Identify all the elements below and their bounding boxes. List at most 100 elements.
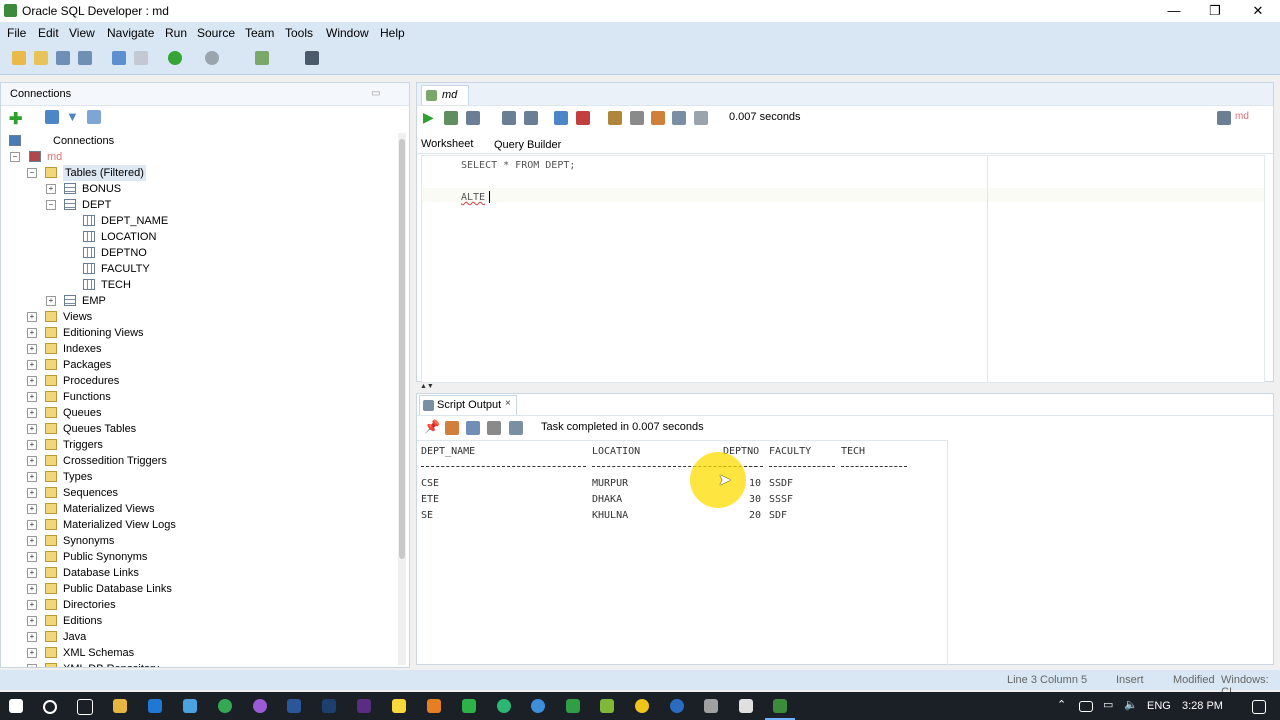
expand-icon[interactable]: + (27, 344, 37, 354)
expand-icon[interactable]: + (27, 456, 37, 466)
collapse-icon[interactable]: − (10, 152, 20, 162)
clear-icon[interactable] (651, 111, 665, 125)
expand-icon[interactable]: + (27, 472, 37, 482)
binoculars-icon[interactable] (305, 51, 319, 65)
new-icon[interactable] (12, 51, 26, 65)
tree-item-tech[interactable]: TECH (1, 277, 391, 293)
tree-item-xml-db-repository[interactable]: + XML DB Repository (1, 661, 391, 667)
tree-item-materialized-views[interactable]: + Materialized Views (1, 501, 391, 517)
save-icon[interactable] (56, 51, 70, 65)
commit-icon[interactable] (554, 111, 568, 125)
tree-item-packages[interactable]: + Packages (1, 357, 391, 373)
tree-item-indexes[interactable]: + Indexes (1, 341, 391, 357)
vlc-icon[interactable] (427, 699, 441, 713)
script-output-tab[interactable]: Script Output × (419, 395, 517, 415)
tree-item-emp[interactable]: + EMP (1, 293, 391, 309)
sql-tuning-icon[interactable] (694, 111, 708, 125)
save-all-icon[interactable] (78, 51, 92, 65)
clock[interactable]: 3:28 PM (1182, 700, 1223, 712)
tree-item-queues-tables[interactable]: + Queues Tables (1, 421, 391, 437)
browser-icon[interactable] (183, 699, 197, 713)
run-script-icon[interactable] (444, 111, 458, 125)
tuning-advisor-icon[interactable] (524, 111, 538, 125)
expand-icon[interactable]: + (27, 616, 37, 626)
menu-help[interactable]: Help (380, 26, 405, 40)
app-icon[interactable] (635, 699, 649, 713)
app-icon[interactable] (739, 699, 753, 713)
tree-item-tables-filtered[interactable]: − Tables (Filtered) (1, 165, 391, 181)
autotrace-icon[interactable] (466, 111, 480, 125)
tree-item-faculty[interactable]: FACULTY (1, 261, 391, 277)
save-output-icon[interactable] (466, 421, 480, 435)
tree-item-dept-name[interactable]: DEPT_NAME (1, 213, 391, 229)
tree-scrollbar[interactable] (398, 133, 406, 665)
camtasia-icon[interactable] (566, 699, 580, 713)
tree-item-editioning-views[interactable]: + Editioning Views (1, 325, 391, 341)
close-button[interactable]: ✕ (1248, 2, 1268, 20)
minimize-panel-icon[interactable]: ▭ (371, 88, 380, 99)
tree-item-views[interactable]: + Views (1, 309, 391, 325)
sql-history-icon[interactable] (672, 111, 686, 125)
expand-icon[interactable]: + (27, 312, 37, 322)
tree-item-database-links[interactable]: + Database Links (1, 565, 391, 581)
menu-run[interactable]: Run (165, 26, 187, 40)
photoshop-icon[interactable] (322, 699, 336, 713)
expand-icon[interactable]: + (27, 424, 37, 434)
tree-item-java[interactable]: + Java (1, 629, 391, 645)
add-connection-icon[interactable]: ✚ (9, 109, 22, 129)
expand-icon[interactable]: + (27, 664, 37, 667)
expand-icon[interactable]: + (27, 408, 37, 418)
firefox-icon[interactable] (253, 699, 267, 713)
menu-source[interactable]: Source (197, 26, 235, 40)
calculator-icon[interactable] (704, 699, 718, 713)
edge-icon[interactable] (148, 699, 162, 713)
expand-icon[interactable]: + (27, 504, 37, 514)
undo-icon[interactable] (112, 51, 126, 65)
tree-item-queues[interactable]: + Queues (1, 405, 391, 421)
expand-icon[interactable]: + (27, 600, 37, 610)
expand-icon[interactable]: + (27, 440, 37, 450)
visio-icon[interactable] (287, 699, 301, 713)
tree-item-types[interactable]: + Types (1, 469, 391, 485)
start-icon[interactable] (9, 699, 23, 713)
expand-icon[interactable]: + (27, 376, 37, 386)
expand-icon[interactable]: + (27, 360, 37, 370)
task-view-icon[interactable] (77, 699, 93, 715)
tree-root-connections[interactable]: Connections (9, 133, 389, 149)
file-explorer-icon[interactable] (113, 699, 127, 713)
code-editor[interactable]: SELECT * FROM DEPT; ALTE (421, 155, 1265, 383)
network-icon[interactable]: ▭ (1103, 698, 1113, 711)
rollback-icon[interactable] (576, 111, 590, 125)
tree-item-crossedition-triggers[interactable]: + Crossedition Triggers (1, 453, 391, 469)
sticky-notes-icon[interactable] (392, 699, 406, 713)
tree-item-materialized-view-logs[interactable]: + Materialized View Logs (1, 517, 391, 533)
tree-item-procedures[interactable]: + Procedures (1, 373, 391, 389)
clear-output-icon[interactable] (445, 421, 459, 435)
expand-icon[interactable]: + (27, 536, 37, 546)
tree-item-location[interactable]: LOCATION (1, 229, 391, 245)
expand-icon[interactable]: + (46, 296, 56, 306)
explain-plan-icon[interactable] (502, 111, 516, 125)
forward-icon[interactable] (205, 51, 219, 65)
redo-icon[interactable] (134, 51, 148, 65)
expand-icon[interactable]: + (27, 648, 37, 658)
collapse-icon[interactable]: − (27, 168, 37, 178)
open-icon[interactable] (34, 51, 48, 65)
volume-icon[interactable]: 🔈 (1124, 698, 1138, 711)
app-icon[interactable] (462, 699, 476, 713)
menu-file[interactable]: File (7, 26, 26, 40)
expand-icon[interactable]: + (27, 520, 37, 530)
expand-icon[interactable]: + (27, 584, 37, 594)
tree-item-sequences[interactable]: + Sequences (1, 485, 391, 501)
menu-team[interactable]: Team (245, 26, 274, 40)
tree-item-bonus[interactable]: + BONUS (1, 181, 391, 197)
search-icon[interactable] (43, 700, 57, 714)
splitter-arrows-icon[interactable]: ▲▼ (420, 383, 434, 390)
tab-worksheet[interactable]: Worksheet (421, 138, 473, 150)
expand-icon[interactable]: + (27, 392, 37, 402)
schema-browser-icon[interactable] (87, 110, 101, 124)
collapse-icon[interactable]: − (46, 200, 56, 210)
tree-item-functions[interactable]: + Functions (1, 389, 391, 405)
expand-icon[interactable]: + (27, 328, 37, 338)
connection-selector[interactable]: md (1235, 111, 1249, 122)
